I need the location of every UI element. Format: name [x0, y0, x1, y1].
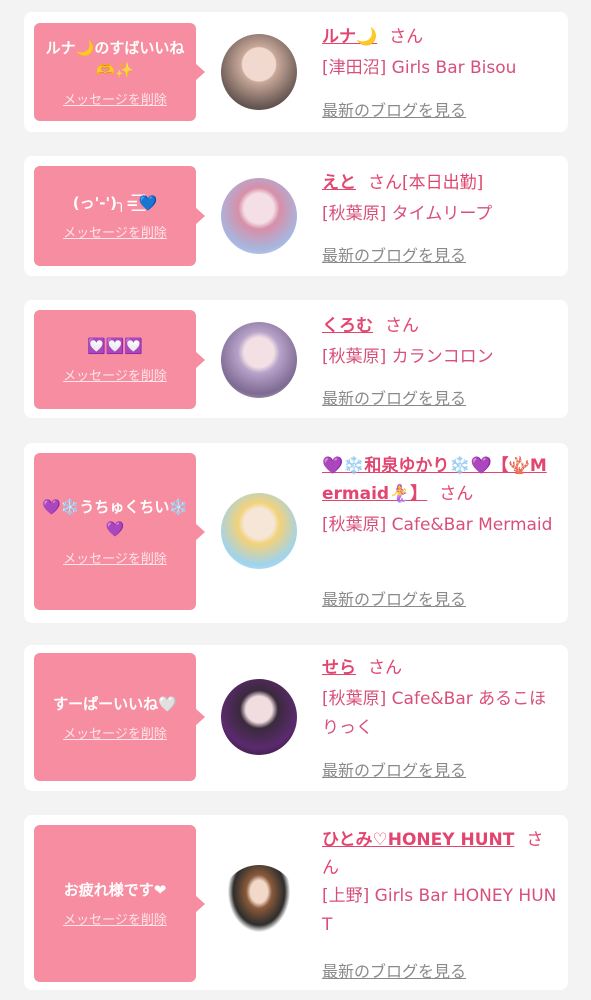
shop-name: [秋葉原] タイムリープ	[322, 204, 493, 224]
status-tag: [本日出勤]	[402, 173, 484, 193]
message-text: (っ'-')╮=͟͟͞͞💙	[72, 193, 158, 212]
message-text: すーぱーいいね🤍	[53, 694, 177, 713]
message-card: お疲れ様です❤ メッセージを削除 ひとみ♡HONEY HUNT さん [上野] G…	[24, 815, 568, 990]
avatar[interactable]	[221, 178, 297, 254]
delete-message-link[interactable]: メッセージを削除	[63, 548, 167, 567]
message-card: すーぱーいいね🤍 メッセージを削除 せら さん [秋葉原] Cafe&Bar ある…	[24, 645, 568, 791]
avatar[interactable]	[221, 865, 297, 941]
shop-name: [秋葉原] Cafe&Bar あるこほりっく	[322, 689, 547, 738]
delete-message-link[interactable]: メッセージを削除	[63, 723, 167, 742]
message-bubble: お疲れ様です❤ メッセージを削除	[34, 825, 205, 982]
shop-name: [秋葉原] Cafe&Bar Mermaid	[322, 515, 553, 535]
message-bubble: ルナ🌙のすばいいね🫶✨ メッセージを削除	[34, 23, 205, 121]
honorific: さん	[385, 316, 419, 336]
user-name-link[interactable]: せら	[322, 658, 356, 678]
message-bubble: すーぱーいいね🤍 メッセージを削除	[34, 653, 205, 781]
latest-blog-link[interactable]: 最新のブログを見る	[322, 757, 466, 781]
latest-blog-link[interactable]: 最新のブログを見る	[322, 97, 466, 121]
honorific: さん	[389, 27, 424, 47]
delete-message-link[interactable]: メッセージを削除	[63, 909, 167, 928]
shop-name: [上野] Girls Bar HONEY HUNT	[322, 886, 557, 935]
message-bubble: 💜❄️うちゅくちい❄️💜 メッセージを削除	[34, 453, 205, 610]
latest-blog-link[interactable]: 最新のブログを見る	[322, 385, 466, 409]
message-card: 💟💟💟 メッセージを削除 くろむ さん [秋葉原] カランコロン 最新のブログを見…	[24, 300, 568, 418]
message-card: 💜❄️うちゅくちい❄️💜 メッセージを削除 💜❄️和泉ゆかり❄️💜【🪸Merma…	[24, 443, 568, 623]
delete-message-link[interactable]: メッセージを削除	[63, 89, 167, 108]
message-bubble: 💟💟💟 メッセージを削除	[34, 310, 205, 409]
shop-name: [津田沼] Girls Bar Bisou	[322, 58, 517, 78]
user-name-link[interactable]: ひとみ♡HONEY HUNT	[322, 830, 514, 850]
avatar[interactable]	[221, 34, 297, 110]
avatar[interactable]	[221, 679, 297, 755]
user-name-link[interactable]: ルナ🌙	[322, 27, 377, 47]
shop-name: [秋葉原] カランコロン	[322, 347, 494, 367]
honorific: さん	[439, 484, 474, 504]
message-card: (っ'-')╮=͟͟͞͞💙 メッセージを削除 えと さん[本日出勤] [秋葉原] …	[24, 156, 568, 276]
message-text: ルナ🌙のすばいいね🫶✨	[45, 38, 185, 79]
message-text: 💟💟💟	[86, 337, 144, 355]
user-name-link[interactable]: くろむ	[322, 316, 373, 336]
latest-blog-link[interactable]: 最新のブログを見る	[322, 958, 466, 982]
latest-blog-link[interactable]: 最新のブログを見る	[322, 586, 466, 610]
avatar[interactable]	[221, 322, 297, 398]
message-card: ルナ🌙のすばいいね🫶✨ メッセージを削除 ルナ🌙 さん [津田沼] Girls B…	[24, 12, 568, 132]
delete-message-link[interactable]: メッセージを削除	[63, 222, 167, 241]
user-name-link[interactable]: 💜❄️和泉ゆかり❄️💜【🪸Mermaid🧜‍♀️】	[322, 456, 547, 504]
honorific: さん	[368, 658, 402, 678]
latest-blog-link[interactable]: 最新のブログを見る	[322, 242, 466, 266]
delete-message-link[interactable]: メッセージを削除	[63, 365, 167, 384]
message-bubble: (っ'-')╮=͟͟͞͞💙 メッセージを削除	[34, 166, 205, 266]
user-name-link[interactable]: えと	[322, 173, 356, 193]
message-text: お疲れ様です❤	[63, 881, 167, 899]
avatar[interactable]	[221, 493, 297, 569]
honorific: さん	[368, 173, 402, 193]
message-text: 💜❄️うちゅくちい❄️💜	[41, 498, 189, 538]
